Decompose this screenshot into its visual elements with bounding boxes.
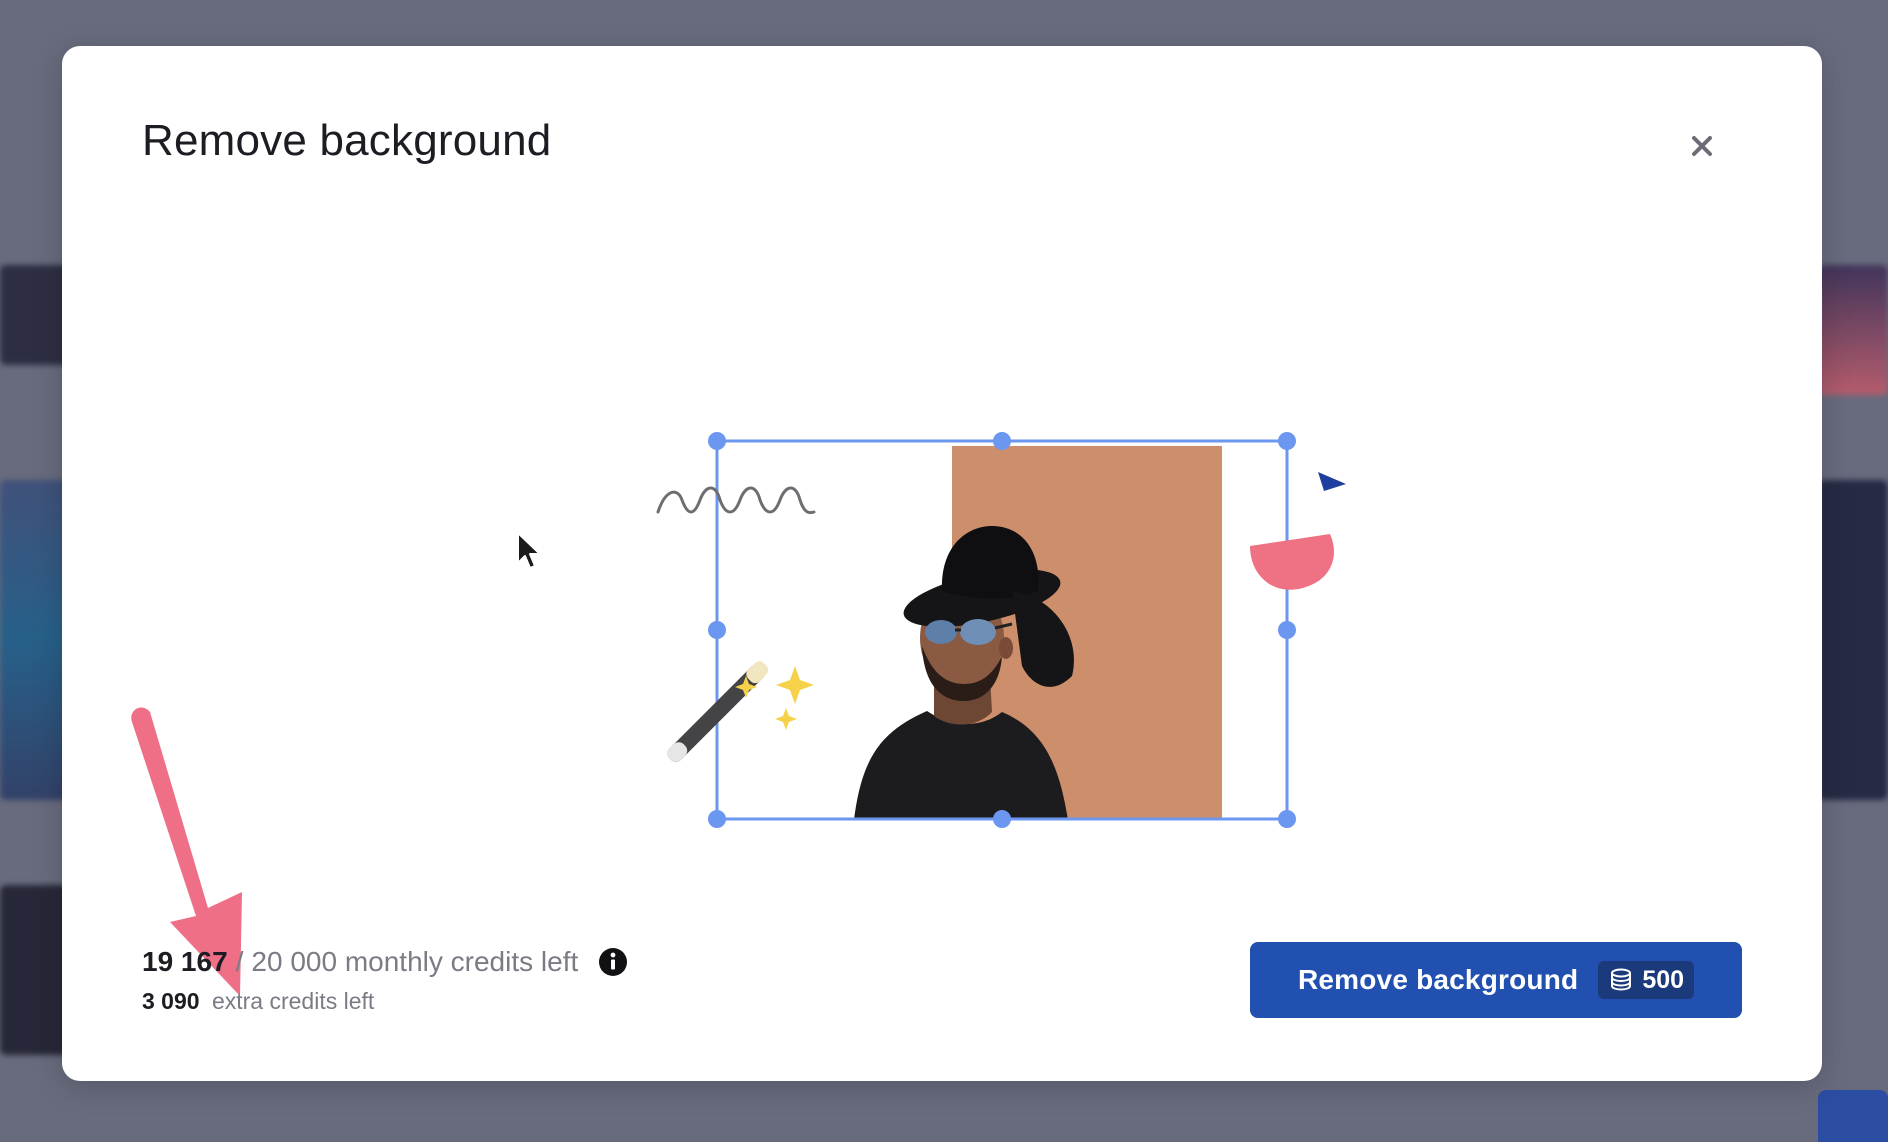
credits-summary: 19 167 / 20 000 monthly credits left 3 0…	[142, 946, 628, 1015]
monthly-credits-left: 19 167	[142, 946, 228, 977]
background-thumbnail	[1818, 265, 1888, 395]
credit-cost-badge: 500	[1598, 961, 1695, 999]
monthly-credits: 19 167 / 20 000 monthly credits left	[142, 946, 628, 978]
mouse-pointer-icon	[517, 532, 541, 569]
coins-stack-icon	[1611, 968, 1632, 991]
close-icon	[1692, 136, 1712, 156]
remove-background-button-label: Remove background	[1297, 964, 1579, 995]
background-thumbnail	[0, 265, 70, 365]
extra-credits-count: 3 090	[142, 988, 200, 1014]
remove-background-button[interactable]: Remove background 500	[1250, 942, 1742, 1018]
credit-cost-value: 500	[1642, 965, 1685, 994]
background-button	[1818, 1090, 1888, 1142]
credits-separator: /	[235, 946, 244, 977]
close-button[interactable]	[1682, 126, 1722, 166]
monthly-credits-total: 20 000 monthly credits left	[251, 946, 579, 977]
remove-background-illustration	[582, 376, 1382, 846]
info-icon[interactable]	[598, 947, 628, 977]
background-thumbnail	[0, 480, 70, 800]
background-thumbnail	[1818, 480, 1888, 800]
extra-credits: 3 090 extra credits left	[142, 988, 628, 1015]
background-thumbnail	[0, 885, 70, 1055]
remove-background-dialog: Remove background 19 167 / 20 000 monthl…	[62, 46, 1822, 1081]
extra-credits-label: extra credits left	[211, 988, 375, 1014]
dialog-title: Remove background	[142, 116, 552, 165]
